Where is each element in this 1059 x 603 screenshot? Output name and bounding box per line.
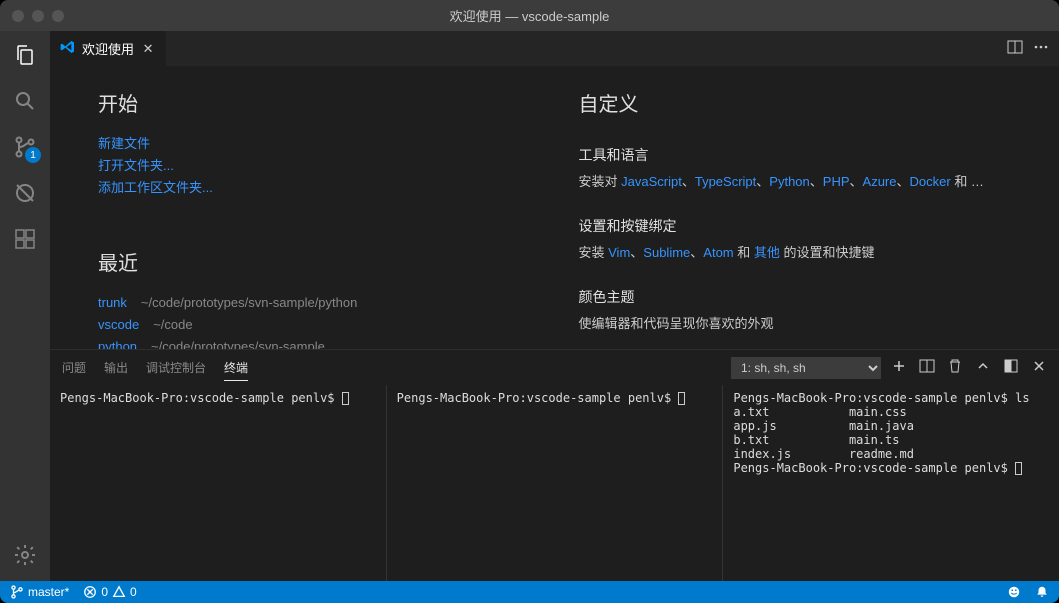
tools-line: 安装对 JavaScript、TypeScript、Python、PHP、Azu…: [579, 171, 1020, 190]
source-control-icon[interactable]: 1: [11, 133, 39, 161]
link-typescript[interactable]: TypeScript: [695, 174, 756, 189]
link-sublime[interactable]: Sublime: [643, 245, 690, 260]
close-panel-icon[interactable]: [1031, 358, 1047, 377]
bottom-panel: 问题 输出 调试控制台 终端 1: sh, sh, sh: [50, 349, 1059, 581]
recent-heading: 最近: [98, 247, 539, 276]
tools-heading: 工具和语言: [579, 145, 1020, 165]
recent-item: trunk ~/code/prototypes/svn-sample/python: [98, 292, 539, 314]
recent-link[interactable]: python: [98, 336, 137, 349]
window-title: 欢迎使用 — vscode-sample: [450, 6, 610, 25]
kill-terminal-icon[interactable]: [947, 358, 963, 377]
recent-link[interactable]: trunk: [98, 292, 127, 314]
link-atom[interactable]: Atom: [703, 245, 733, 260]
explorer-icon[interactable]: [11, 41, 39, 69]
link-javascript[interactable]: JavaScript: [621, 174, 682, 189]
settings-gear-icon[interactable]: [11, 541, 39, 569]
link-python[interactable]: Python: [769, 174, 809, 189]
search-icon[interactable]: [11, 87, 39, 115]
notifications-icon[interactable]: [1035, 585, 1049, 599]
panel-tab-output[interactable]: 输出: [104, 359, 128, 376]
new-file-link[interactable]: 新建文件: [98, 133, 539, 155]
extensions-icon[interactable]: [11, 225, 39, 253]
terminal-pane-2[interactable]: Pengs-MacBook-Pro:vscode-sample penlv$: [387, 385, 724, 581]
debug-icon[interactable]: [11, 179, 39, 207]
maximize-panel-icon[interactable]: [1003, 358, 1019, 377]
recent-path: ~/code/prototypes/svn-sample/python: [141, 292, 357, 314]
recent-path: ~/code/prototypes/svn-sample: [151, 336, 325, 349]
status-bar: master* 0 0: [0, 581, 1059, 603]
settings-heading: 设置和按键绑定: [579, 216, 1020, 236]
tab-welcome[interactable]: 欢迎使用 ✕: [50, 31, 167, 66]
close-icon[interactable]: ✕: [140, 41, 156, 57]
git-branch-status[interactable]: master*: [10, 585, 69, 599]
link-vim[interactable]: Vim: [608, 245, 630, 260]
terminal-selector[interactable]: 1: sh, sh, sh: [731, 357, 881, 379]
link-docker[interactable]: Docker: [910, 174, 951, 189]
panel-tab-terminal[interactable]: 终端: [224, 359, 248, 381]
link-others[interactable]: 其他: [754, 245, 780, 260]
new-terminal-icon[interactable]: [891, 358, 907, 377]
panel-tab-problems[interactable]: 问题: [62, 359, 86, 376]
vscode-icon: [60, 39, 76, 58]
panel-tab-debug[interactable]: 调试控制台: [146, 359, 206, 376]
terminal-pane-3[interactable]: Pengs-MacBook-Pro:vscode-sample penlv$ l…: [723, 385, 1059, 581]
customize-heading: 自定义: [579, 88, 1020, 117]
window-close-dot[interactable]: [12, 10, 24, 22]
recent-link[interactable]: vscode: [98, 314, 139, 336]
editor-tabs: 欢迎使用 ✕: [50, 31, 1059, 66]
recent-item: python ~/code/prototypes/svn-sample: [98, 336, 539, 349]
more-actions-icon[interactable]: [1033, 39, 1049, 58]
open-folder-link[interactable]: 打开文件夹...: [98, 155, 539, 177]
theme-text: 使编辑器和代码呈现你喜欢的外观: [579, 313, 1020, 332]
settings-line: 安装 Vim、Sublime、Atom 和 其他 的设置和快捷键: [579, 242, 1020, 261]
errors-warnings-status[interactable]: 0 0: [83, 585, 136, 599]
feedback-icon[interactable]: [1007, 585, 1021, 599]
collapse-panel-icon[interactable]: [975, 358, 991, 377]
scm-badge: 1: [25, 147, 41, 163]
link-php[interactable]: PHP: [823, 174, 850, 189]
start-heading: 开始: [98, 88, 539, 117]
recent-path: ~/code: [153, 314, 192, 336]
terminal-pane-1[interactable]: Pengs-MacBook-Pro:vscode-sample penlv$: [50, 385, 387, 581]
window-minimize-dot[interactable]: [32, 10, 44, 22]
tab-label: 欢迎使用: [82, 39, 134, 58]
titlebar: 欢迎使用 — vscode-sample: [0, 0, 1059, 31]
welcome-editor: 开始 新建文件 打开文件夹... 添加工作区文件夹... 最近 trunk ~/c…: [50, 66, 1059, 349]
add-workspace-link[interactable]: 添加工作区文件夹...: [98, 177, 539, 199]
link-azure[interactable]: Azure: [863, 174, 897, 189]
window-maximize-dot[interactable]: [52, 10, 64, 22]
theme-heading: 颜色主题: [579, 287, 1020, 307]
split-terminal-icon[interactable]: [919, 358, 935, 377]
recent-item: vscode ~/code: [98, 314, 539, 336]
split-editor-icon[interactable]: [1007, 39, 1023, 58]
activity-bar: 1: [0, 31, 50, 581]
